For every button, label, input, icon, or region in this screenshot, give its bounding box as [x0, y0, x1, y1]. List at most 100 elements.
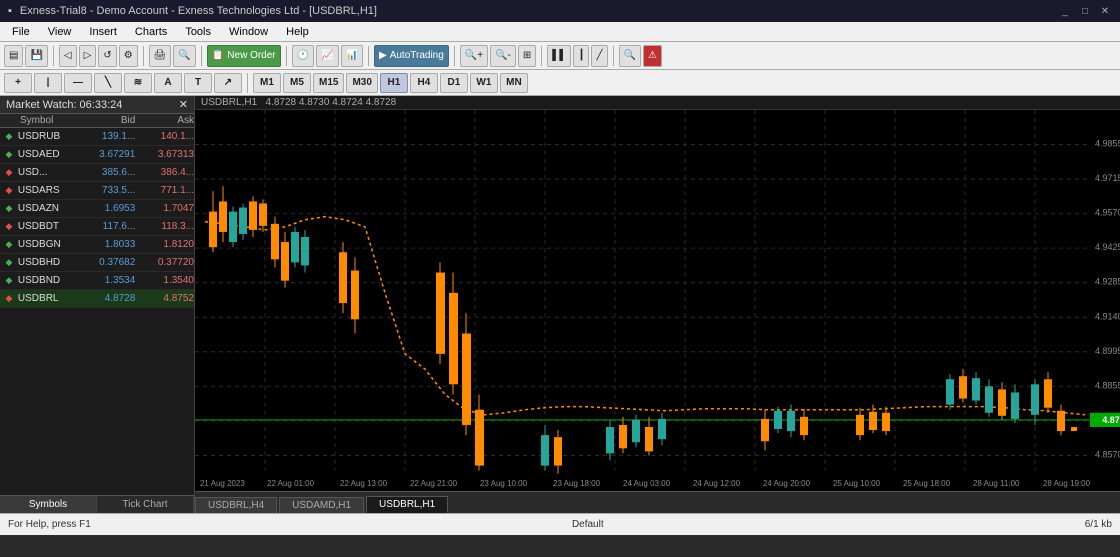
separator1: [53, 46, 54, 66]
market-watch-row[interactable]: ◆ USD... 385.6... 386.4...: [0, 164, 194, 182]
status-memory: 6/1 kb: [1085, 519, 1112, 530]
period-d1[interactable]: D1: [440, 73, 468, 93]
expert-button[interactable]: ⚙: [119, 45, 138, 67]
label-tool-button[interactable]: T: [184, 73, 212, 93]
symbol-bid: 4.8728: [80, 293, 140, 304]
tab-usdbrl-h4[interactable]: USDBRL,H4: [195, 497, 277, 513]
draw-tool-button[interactable]: ╲: [94, 73, 122, 93]
market-watch-row[interactable]: ◆ USDBGN 1.8033 1.8120: [0, 236, 194, 254]
zoom-in-button[interactable]: 🔍+: [460, 45, 488, 67]
svg-text:23 Aug 18:00: 23 Aug 18:00: [553, 479, 601, 488]
tab-tick-chart[interactable]: Tick Chart: [97, 496, 194, 513]
separator2: [143, 46, 144, 66]
menu-window[interactable]: Window: [221, 25, 276, 39]
line-tool-button[interactable]: —: [64, 73, 92, 93]
svg-text:4.8570: 4.8570: [1095, 449, 1120, 459]
symbol-icon: ◆: [0, 149, 18, 160]
symbol-icon: ◆: [0, 275, 18, 286]
symbol-name: USDRUB: [18, 131, 80, 142]
market-watch-row[interactable]: ◆ USDBHD 0.37682 0.37720: [0, 254, 194, 272]
candlestick-chart: 4.9855 4.9715 4.9570 4.9425 4.9285 4.914…: [195, 110, 1120, 491]
menu-view[interactable]: View: [40, 25, 80, 39]
market-watch-close[interactable]: ✕: [179, 98, 188, 111]
indicators-button[interactable]: 📊: [341, 45, 363, 67]
chart-tab-bar: USDBRL,H4 USDAMD,H1 USDBRL,H1: [195, 491, 1120, 513]
bar-chart-button[interactable]: ▌▌: [547, 45, 571, 67]
market-watch-row[interactable]: ◆ USDBDT 117.6... 118.3...: [0, 218, 194, 236]
toolbar2: + | — ╲ ≋ A T ↗ M1 M5 M15 M30 H1 H4 D1 W…: [0, 70, 1120, 96]
period-m1[interactable]: M1: [253, 73, 281, 93]
back-button[interactable]: ◁: [59, 45, 77, 67]
market-watch-row[interactable]: ◆ USDBRL 4.8728 4.8752: [0, 290, 194, 308]
svg-text:22 Aug 13:00: 22 Aug 13:00: [340, 479, 388, 488]
symbol-name: USDBRL: [18, 293, 80, 304]
save-button[interactable]: 💾: [25, 45, 47, 67]
search-button[interactable]: 🔍: [619, 45, 641, 67]
period-m5[interactable]: M5: [283, 73, 311, 93]
cursor-tool-button[interactable]: +: [4, 73, 32, 93]
crosshair-tool-button[interactable]: |: [34, 73, 62, 93]
col-bid-header: Bid: [80, 115, 140, 126]
open-account-button[interactable]: ▤: [4, 45, 23, 67]
zoom-out-button[interactable]: 🔍-: [490, 45, 516, 67]
line-chart-button[interactable]: ╱: [591, 45, 607, 67]
market-watch-row[interactable]: ◆ USDRUB 139.1... 140.1...: [0, 128, 194, 146]
tab-usdamd-h1[interactable]: USDAMD,H1: [279, 497, 364, 513]
period-w1[interactable]: W1: [470, 73, 498, 93]
forward-button[interactable]: ▷: [79, 45, 97, 67]
sys-maximize-button[interactable]: □: [1078, 4, 1092, 18]
properties-button[interactable]: ⊞: [518, 45, 536, 67]
tab-symbols[interactable]: Symbols: [0, 496, 97, 513]
symbol-ask: 771.1...: [139, 185, 194, 196]
history-button[interactable]: 🕐: [292, 45, 314, 67]
col-ask-header: Ask: [139, 115, 194, 126]
svg-text:4.8995: 4.8995: [1095, 346, 1120, 356]
print-button[interactable]: 🖨: [149, 45, 172, 67]
market-watch-columns: Symbol Bid Ask: [0, 114, 194, 128]
period-h4[interactable]: H4: [410, 73, 438, 93]
symbol-icon: ◆: [0, 203, 18, 214]
sys-minimize-button[interactable]: _: [1058, 4, 1072, 18]
menu-tools[interactable]: Tools: [177, 25, 219, 39]
sys-close-button[interactable]: ✕: [1098, 4, 1112, 18]
symbol-icon: ◆: [0, 185, 18, 196]
chart-symbol: USDBRL,H1: [201, 97, 257, 108]
refresh-button[interactable]: ↺: [98, 45, 116, 67]
svg-text:4.9715: 4.9715: [1095, 173, 1120, 183]
market-watch-row[interactable]: ◆ USDARS 733.5... 771.1...: [0, 182, 194, 200]
candle-button[interactable]: ┃: [573, 45, 589, 67]
market-watch-row[interactable]: ◆ USDAED 3.67291 3.67313: [0, 146, 194, 164]
symbol-icon: ◆: [0, 221, 18, 232]
menu-charts[interactable]: Charts: [127, 25, 175, 39]
period-mn[interactable]: MN: [500, 73, 528, 93]
symbol-name: USDAZN: [18, 203, 80, 214]
text-tool-button[interactable]: A: [154, 73, 182, 93]
period-m30[interactable]: M30: [346, 73, 377, 93]
period-m15[interactable]: M15: [313, 73, 344, 93]
chart-area: USDBRL,H1 4.8728 4.8730 4.8724 4.8728: [195, 96, 1120, 513]
autotrading-button[interactable]: ▶ AutoTrading: [374, 45, 449, 67]
chart-canvas[interactable]: 4.9855 4.9715 4.9570 4.9425 4.9285 4.914…: [195, 110, 1120, 491]
tab-usdbrl-h1[interactable]: USDBRL,H1: [366, 496, 448, 513]
separator4: [286, 46, 287, 66]
menu-insert[interactable]: Insert: [81, 25, 125, 39]
arrow-tool-button[interactable]: ↗: [214, 73, 242, 93]
svg-text:4.8728: 4.8728: [1102, 415, 1120, 425]
market-watch-title: Market Watch: 06:33:24: [6, 99, 122, 111]
market-watch-row[interactable]: ◆ USDAZN 1.6953 1.7047: [0, 200, 194, 218]
print-preview-button[interactable]: 🔍: [173, 45, 195, 67]
period-h1[interactable]: H1: [380, 73, 408, 93]
new-order-button[interactable]: 📋 New Order: [207, 45, 281, 67]
separator6: [454, 46, 455, 66]
fib-tool-button[interactable]: ≋: [124, 73, 152, 93]
market-watch-header: Market Watch: 06:33:24 ✕: [0, 96, 194, 114]
chart-button[interactable]: 📈: [316, 45, 338, 67]
market-watch-row[interactable]: ◆ USDBND 1.3534 1.3540: [0, 272, 194, 290]
symbol-ask: 118.3...: [139, 221, 194, 232]
symbol-ask: 1.8120: [139, 239, 194, 250]
menu-bar: File View Insert Charts Tools Window Hel…: [0, 22, 1120, 42]
svg-text:23 Aug 10:00: 23 Aug 10:00: [480, 479, 528, 488]
alert-button[interactable]: ⚠: [643, 45, 662, 67]
menu-file[interactable]: File: [4, 25, 38, 39]
menu-help[interactable]: Help: [278, 25, 317, 39]
